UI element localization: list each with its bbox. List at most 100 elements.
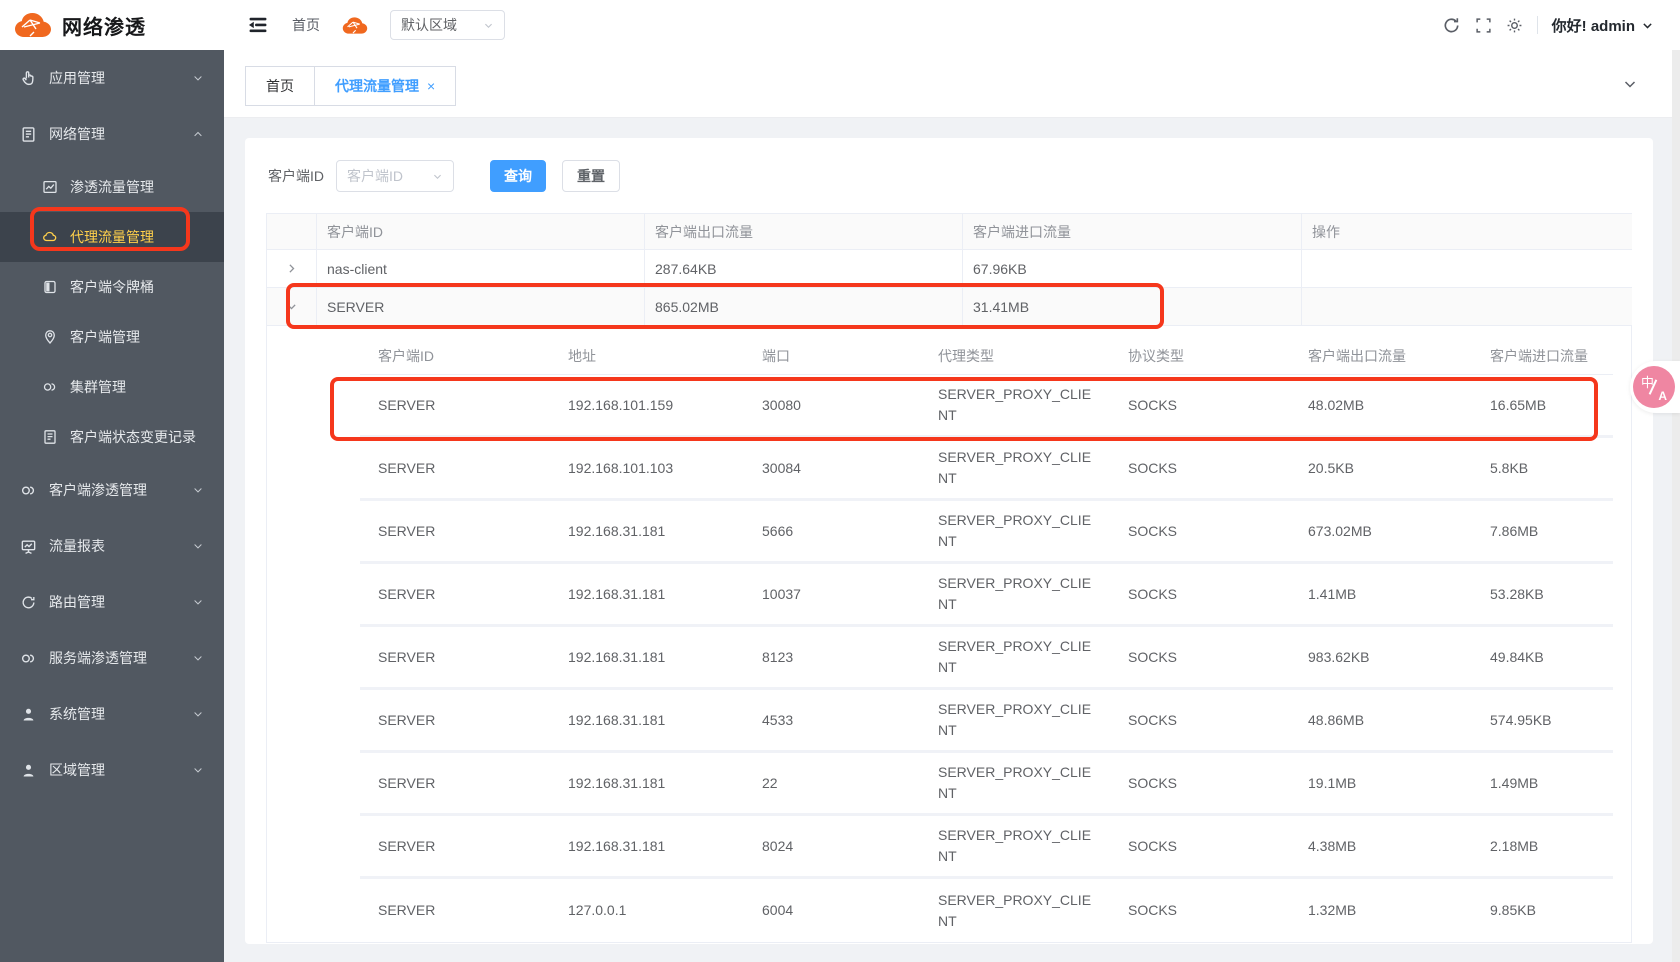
theme-sun-icon[interactable] — [1506, 17, 1523, 34]
nested-cell: 4.38MB — [1290, 836, 1472, 857]
location-pin-icon — [42, 329, 58, 345]
nested-table-header: 客户端ID地址端口代理类型协议类型客户端出口流量客户端进口流量 — [360, 338, 1613, 375]
collapse-row-icon[interactable] — [267, 288, 317, 326]
sidebar-item-route-management[interactable]: 路由管理 — [0, 574, 224, 630]
nested-cell: SERVER_PROXY_CLIENT — [920, 384, 1110, 426]
table-row[interactable]: nas-client 287.64KB 67.96KB — [267, 250, 1631, 288]
sidebar-item-traffic-report[interactable]: 流量报表 — [0, 518, 224, 574]
sidebar-item-system-management[interactable]: 系统管理 — [0, 686, 224, 742]
fullscreen-icon[interactable] — [1475, 17, 1492, 34]
chevron-down-icon — [192, 708, 204, 720]
close-icon[interactable]: × — [427, 78, 435, 94]
sidebar-item-label: 网络管理 — [49, 124, 180, 144]
nested-cell: SERVER_PROXY_CLIENT — [920, 510, 1110, 552]
nested-cell: SERVER_PROXY_CLIENT — [920, 825, 1110, 867]
sidebar-item-label: 路由管理 — [49, 592, 180, 612]
sidebar-item-proxy-traffic[interactable]: 代理流量管理 — [0, 212, 224, 262]
region-select[interactable]: 默认区域 — [390, 10, 505, 40]
tab-list-chevron-icon[interactable] — [1622, 76, 1638, 92]
nested-cell: SERVER_PROXY_CLIENT — [920, 636, 1110, 678]
nested-cell: 192.168.31.181 — [550, 521, 744, 542]
nested-table-row: SERVER192.168.101.10330084SERVER_PROXY_C… — [360, 438, 1613, 501]
nested-cell: SERVER_PROXY_CLIENT — [920, 699, 1110, 741]
expand-column-header — [267, 214, 317, 250]
nested-column-header: 客户端进口流量 — [1472, 338, 1613, 374]
user-icon — [20, 762, 37, 779]
nested-cell: SOCKS — [1110, 521, 1290, 542]
tab-home[interactable]: 首页 — [245, 66, 315, 106]
refresh-icon[interactable] — [1442, 16, 1461, 35]
sidebar-item-label: 应用管理 — [49, 68, 180, 88]
sidebar-item-client-management[interactable]: 客户端管理 — [0, 312, 224, 362]
nested-cell: 673.02MB — [1290, 521, 1472, 542]
header-divider — [1537, 16, 1538, 34]
sidebar-item-network-management[interactable]: 网络管理 — [0, 106, 224, 162]
app-logo: 网络渗透 — [0, 0, 224, 50]
nested-cell: 1.41MB — [1290, 584, 1472, 605]
search-button[interactable]: 查询 — [490, 160, 546, 192]
sidebar-item-server-penetration[interactable]: 服务端渗透管理 — [0, 630, 224, 686]
chevron-down-icon — [192, 596, 204, 608]
nested-column-header: 地址 — [550, 338, 744, 374]
nested-column-header: 代理类型 — [920, 338, 1110, 374]
nested-cell: 48.86MB — [1290, 710, 1472, 731]
nested-table-row: SERVER192.168.31.1815666SERVER_PROXY_CLI… — [360, 501, 1613, 564]
region-select-value: 默认区域 — [401, 15, 457, 35]
sidebar-item-cluster-management[interactable]: 集群管理 — [0, 362, 224, 412]
greeting-text: 你好! admin — [1552, 15, 1635, 36]
nested-cell: 10037 — [744, 584, 920, 605]
nested-cell: SERVER — [360, 710, 550, 731]
client-traffic-table: 客户端ID 客户端出口流量 客户端进口流量 操作 nas-client 287.… — [266, 213, 1632, 943]
sidebar-item-app-management[interactable]: 应用管理 — [0, 50, 224, 106]
chart-line-icon — [42, 179, 58, 195]
cell-out-traffic: 865.02MB — [645, 288, 963, 326]
client-id-select[interactable]: 客户端ID — [336, 160, 454, 192]
vertical-scrollbar[interactable] — [1672, 50, 1680, 962]
sidebar-item-label: 服务端渗透管理 — [49, 648, 180, 668]
cloud-icon — [342, 16, 368, 35]
nested-cell: 49.84KB — [1472, 647, 1613, 668]
reset-button[interactable]: 重置 — [562, 160, 620, 192]
sidebar-item-client-token-bucket[interactable]: 客户端令牌桶 — [0, 262, 224, 312]
nested-cell: 127.0.0.1 — [550, 900, 744, 921]
chevron-down-icon — [192, 652, 204, 664]
cluster-link-icon — [42, 379, 58, 395]
sidebar-item-client-status-log[interactable]: 客户端状态变更记录 — [0, 412, 224, 462]
nested-table-row: SERVER192.168.31.18110037SERVER_PROXY_CL… — [360, 564, 1613, 627]
header-actions: 你好! admin — [1442, 15, 1680, 36]
chevron-down-icon — [192, 484, 204, 496]
sidebar-item-label: 系统管理 — [49, 704, 180, 724]
cell-in-traffic: 67.96KB — [963, 250, 1302, 288]
table-row-expanded[interactable]: SERVER 865.02MB 31.41MB — [267, 288, 1631, 326]
client-id-label: 客户端ID — [268, 166, 324, 186]
table-header-row: 客户端ID 客户端出口流量 客户端进口流量 操作 — [267, 214, 1631, 250]
sidebar-item-client-penetration[interactable]: 客户端渗透管理 — [0, 462, 224, 518]
expand-row-icon[interactable] — [267, 250, 317, 288]
nested-table-row: SERVER127.0.0.16004SERVER_PROXY_CLIENTSO… — [360, 879, 1613, 942]
nested-cell: 8123 — [744, 647, 920, 668]
nested-cell: 5.8KB — [1472, 458, 1613, 479]
nested-cell: 2.18MB — [1472, 836, 1613, 857]
sidebar-collapse-icon[interactable] — [246, 15, 270, 35]
tab-label: 首页 — [266, 76, 294, 96]
nested-cell: SERVER — [360, 647, 550, 668]
tab-proxy-traffic[interactable]: 代理流量管理 × — [314, 66, 456, 106]
nested-table-row: SERVER192.168.31.1818123SERVER_PROXY_CLI… — [360, 627, 1613, 690]
nested-cell: SERVER — [360, 900, 550, 921]
chevron-up-icon — [192, 128, 204, 140]
nested-cell: 48.02MB — [1290, 395, 1472, 416]
sidebar-menu: 应用管理 网络管理 渗透流量管理 代理流量管理 客户端令牌桶 客户端管理 集群管… — [0, 50, 224, 798]
nested-column-header: 端口 — [744, 338, 920, 374]
chevron-down-icon — [432, 171, 443, 182]
nested-cell: SOCKS — [1110, 836, 1290, 857]
sidebar-item-penetration-traffic[interactable]: 渗透流量管理 — [0, 162, 224, 212]
tab-bar: 首页 代理流量管理 × — [224, 50, 1680, 118]
nested-cell: 22 — [744, 773, 920, 794]
nested-column-header: 客户端ID — [360, 338, 550, 374]
nested-cell: 192.168.31.181 — [550, 710, 744, 731]
user-menu[interactable]: 你好! admin — [1552, 15, 1654, 36]
sidebar-item-region-management[interactable]: 区域管理 — [0, 742, 224, 798]
translate-button[interactable]: 中 A — [1633, 366, 1675, 408]
breadcrumb-home[interactable]: 首页 — [292, 15, 320, 35]
nested-cell: 1.49MB — [1472, 773, 1613, 794]
